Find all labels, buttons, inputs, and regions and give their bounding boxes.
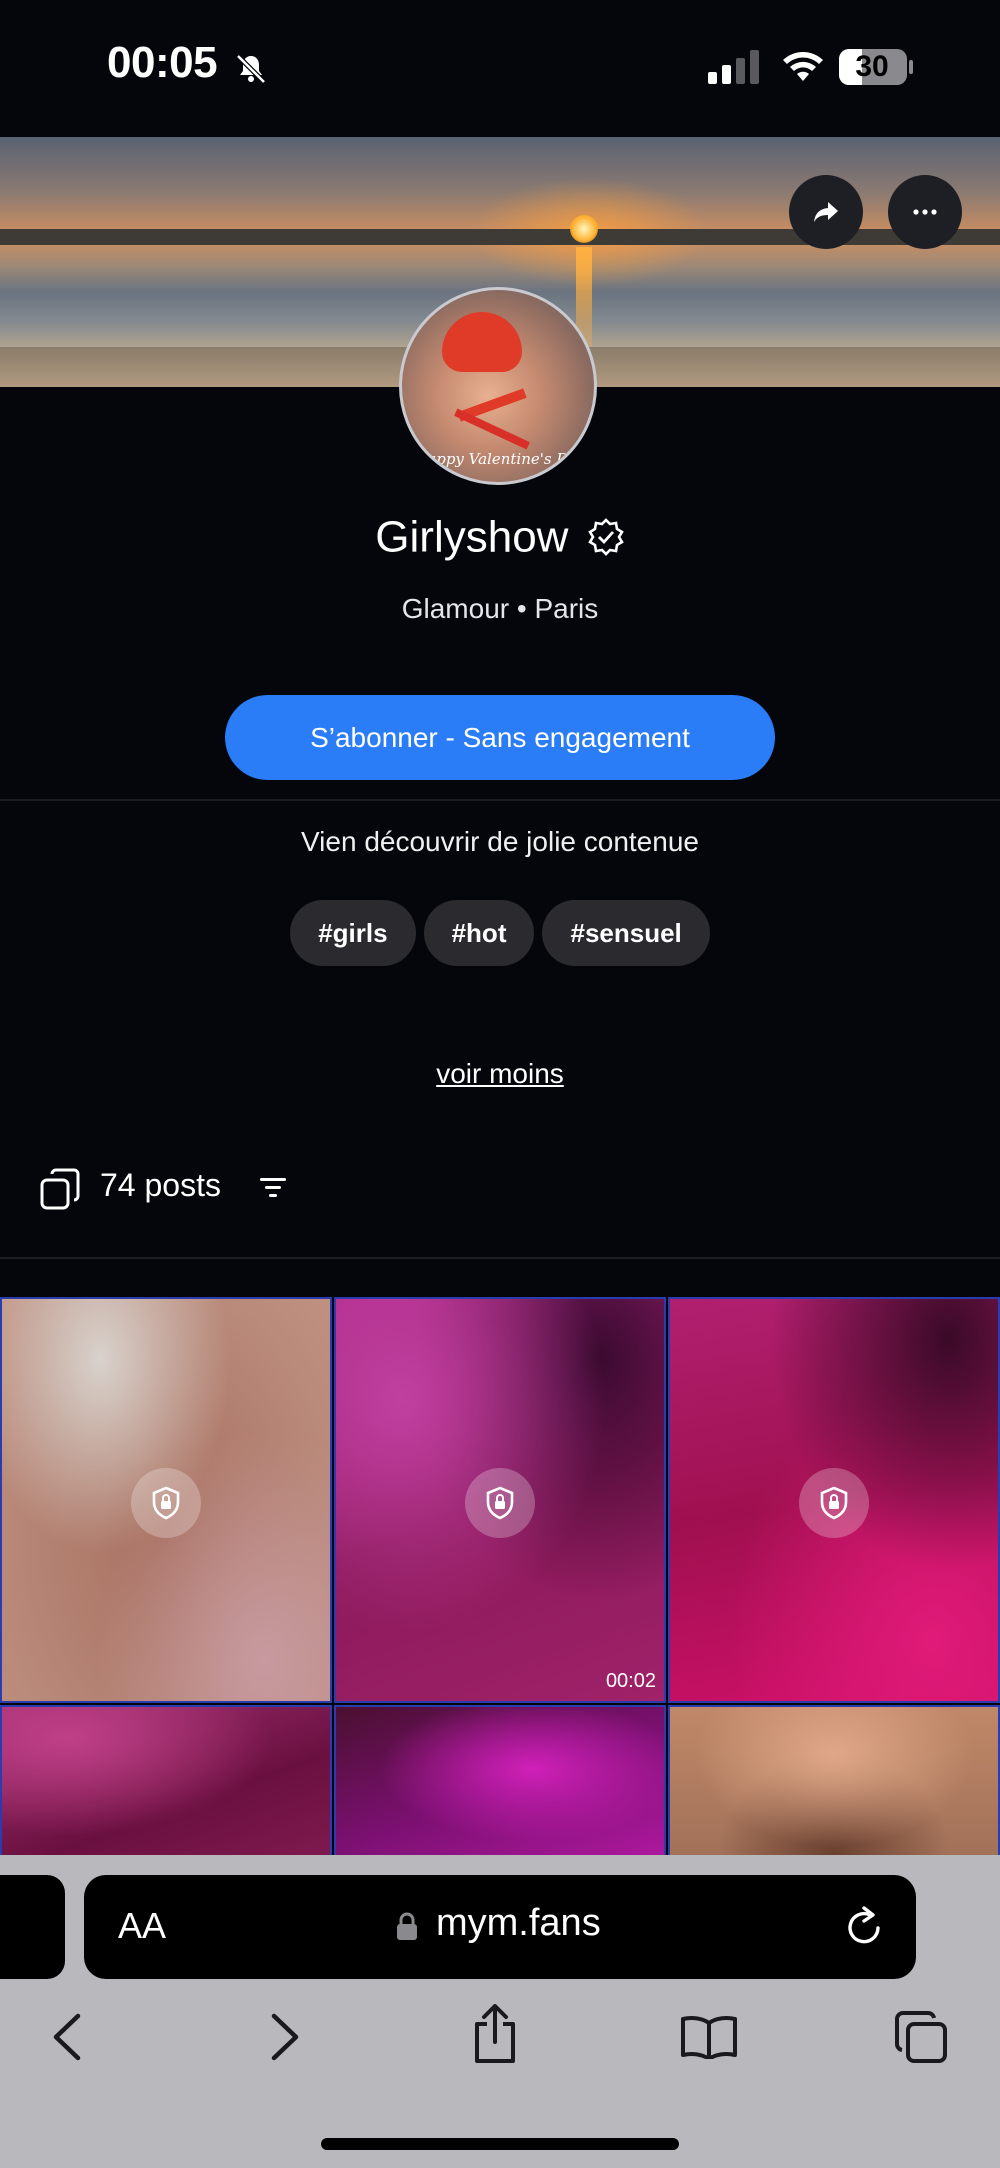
forward-icon[interactable]	[270, 2013, 300, 2061]
divider	[0, 1257, 1000, 1259]
reader-options-button[interactable]: AA	[118, 1905, 166, 1947]
reload-icon[interactable]	[844, 1906, 884, 1948]
tabs-icon[interactable]	[894, 2010, 948, 2064]
tag-chip[interactable]: #girls	[290, 900, 416, 966]
lock-badge	[799, 1468, 869, 1538]
avatar-caption: Happy Valentine's Day	[414, 450, 586, 468]
back-icon[interactable]	[52, 2013, 82, 2061]
tag-list: #girls #hot #sensuel	[0, 900, 1000, 966]
home-indicator	[321, 2138, 679, 2150]
previous-tab-preview[interactable]	[0, 1875, 65, 1979]
bookmarks-icon[interactable]	[680, 2015, 738, 2059]
lock-badge	[465, 1468, 535, 1538]
lock-icon	[820, 1486, 848, 1520]
bell-slash-icon	[236, 54, 266, 84]
share-button[interactable]	[789, 175, 863, 249]
filter-icon[interactable]	[258, 1176, 288, 1200]
profile-location: Glamour • Paris	[401, 593, 599, 624]
post-tile[interactable]	[334, 1705, 666, 1865]
ellipsis-icon	[913, 209, 937, 215]
tag-chip[interactable]: #sensuel	[542, 900, 710, 966]
verified-icon	[587, 518, 624, 557]
url-text[interactable]: mym.fans	[436, 1902, 601, 1945]
lock-icon	[152, 1486, 180, 1520]
tag-chip[interactable]: #hot	[423, 900, 535, 966]
posts-stack-icon	[40, 1168, 80, 1210]
status-time: 00:05	[107, 38, 218, 87]
wifi-icon	[783, 52, 823, 81]
divider	[0, 799, 1000, 801]
subscribe-button[interactable]: S’abonner - Sans engagement	[225, 695, 775, 780]
post-tile[interactable]	[668, 1297, 1000, 1703]
avatar[interactable]: Happy Valentine's Day	[399, 287, 597, 485]
post-tile[interactable]	[0, 1705, 332, 1865]
battery-level: 30	[855, 50, 889, 83]
video-duration: 00:02	[605, 1670, 656, 1692]
post-tile[interactable]	[668, 1705, 1000, 1865]
share-icon	[814, 202, 838, 222]
post-tile[interactable]	[0, 1297, 332, 1703]
signal-icon	[708, 50, 759, 84]
more-options-button[interactable]	[888, 175, 962, 249]
profile-name: Girlyshow	[0, 510, 1000, 562]
post-tile[interactable]: 00:02	[334, 1297, 666, 1703]
share-sheet-icon[interactable]	[472, 2004, 518, 2064]
lock-badge	[131, 1468, 201, 1538]
profile-bio: Vien découvrir de jolie contenue	[301, 826, 699, 857]
posts-count: 74 posts	[100, 1167, 221, 1203]
profile-name-text: Girlyshow	[375, 512, 569, 562]
see-less-link[interactable]: voir moins	[0, 1058, 1000, 1090]
lock-icon	[397, 1912, 417, 1940]
lock-icon	[486, 1486, 514, 1520]
